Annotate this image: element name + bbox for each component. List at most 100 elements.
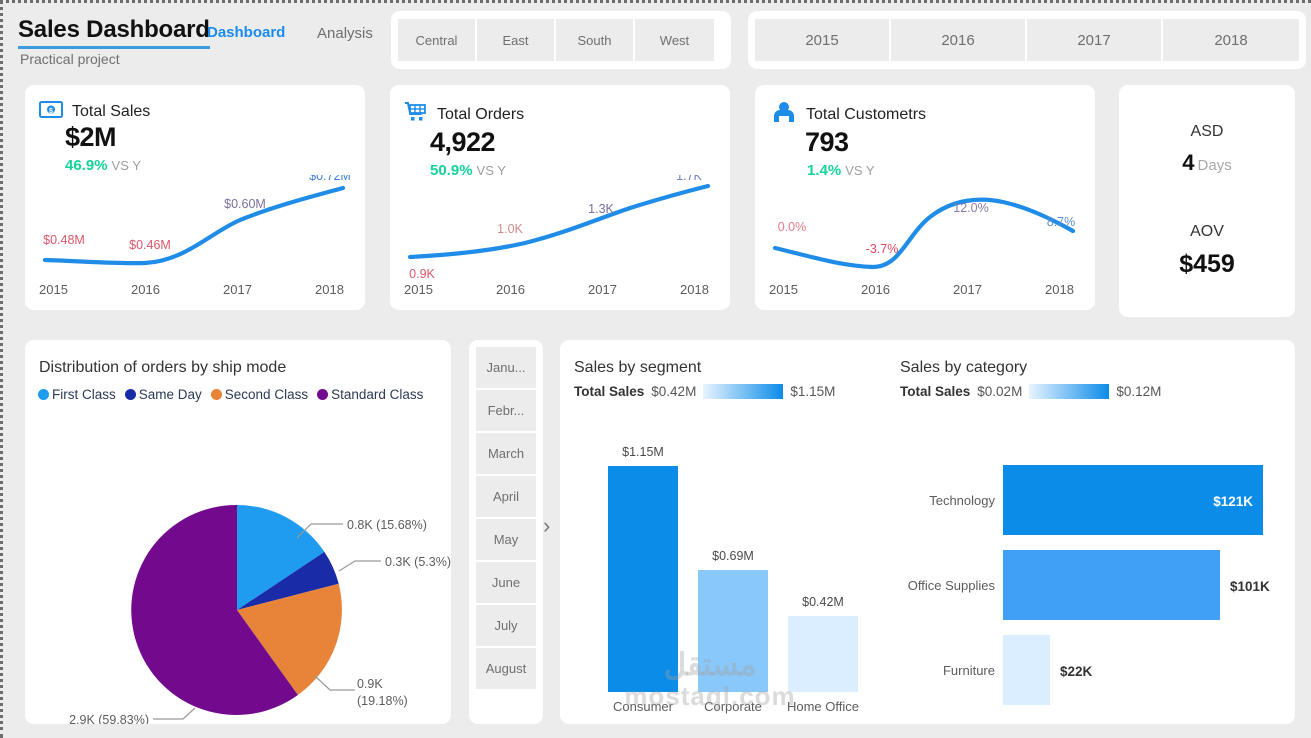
sparkline-label: -3.7% bbox=[866, 242, 899, 256]
legend-label: Second Class bbox=[224, 387, 309, 402]
chevron-right-icon[interactable]: › bbox=[543, 515, 550, 537]
panel-title: Distribution of orders by ship mode bbox=[39, 359, 287, 376]
axis-tick-label: Technology bbox=[929, 493, 995, 508]
asd-value: 4 bbox=[1182, 150, 1195, 175]
pie-legend: First Class Same Day Second Class Standa… bbox=[25, 387, 451, 402]
panel-orders-by-ship-mode: Distribution of orders by ship mode Firs… bbox=[25, 340, 451, 724]
slicer-year-2015[interactable]: 2015 bbox=[755, 19, 891, 61]
legend-label: Standard Class bbox=[331, 387, 424, 402]
bar-data-label: $0.69M bbox=[712, 549, 754, 563]
pie-data-label: 0.9K bbox=[357, 677, 383, 691]
axis-tick-label: 2018 bbox=[1045, 282, 1074, 297]
asd-unit: Days bbox=[1197, 157, 1232, 174]
bar-data-label: $22K bbox=[1060, 664, 1093, 679]
category-legend-label: Total Sales bbox=[900, 384, 971, 399]
slicer-region-west[interactable]: West bbox=[635, 19, 714, 61]
slicer-month-february[interactable]: Febr... bbox=[476, 390, 536, 431]
category-legend-min: $0.02M bbox=[977, 384, 1023, 399]
bar-corporate bbox=[698, 570, 768, 692]
axis-tick-label: Office Supplies bbox=[908, 578, 996, 593]
region-slicer: Central East South West bbox=[391, 11, 731, 69]
kpi-title: Total Orders bbox=[437, 105, 525, 123]
kpi-card-asd-aov: ASD 4 Days AOV $459 bbox=[1119, 85, 1295, 317]
slicer-month-april[interactable]: April bbox=[476, 476, 536, 517]
panel-sales-by-segment-and-category: Sales by segment Total Sales $0.42M $1.1… bbox=[560, 340, 1295, 724]
sparkline-label: 1.3K bbox=[588, 202, 614, 216]
aov-label: AOV bbox=[1190, 223, 1224, 240]
segment-legend-min: $0.42M bbox=[651, 384, 697, 399]
slicer-year-2017[interactable]: 2017 bbox=[1027, 19, 1163, 61]
svg-text:$: $ bbox=[49, 108, 53, 115]
slicer-month-january[interactable]: Janu... bbox=[476, 347, 536, 388]
bar-data-label: $0.42M bbox=[802, 595, 844, 609]
legend-label: Same Day bbox=[138, 387, 202, 402]
legend-swatch-icon bbox=[210, 389, 222, 400]
asd-label: ASD bbox=[1190, 123, 1224, 140]
bar-consumer bbox=[608, 466, 678, 692]
kpi-title: Total Sales bbox=[72, 103, 151, 120]
pie-data-label: 2.9K (59.83%) bbox=[69, 713, 149, 724]
sales-by-segment-chart[interactable]: $1.15M $0.69M $0.42M Consumer Corporate … bbox=[560, 422, 900, 722]
axis-tick-label: Furniture bbox=[943, 663, 995, 678]
aov-value: $459 bbox=[1179, 250, 1235, 278]
kpi-header: $ Total Sales bbox=[25, 85, 365, 123]
axis-tick-label: 2017 bbox=[588, 282, 617, 297]
legend-item-first-class[interactable]: First Class bbox=[38, 387, 116, 402]
kpi-value: 4,922 bbox=[430, 127, 496, 157]
shopping-cart-icon bbox=[404, 101, 428, 128]
slicer-month-july[interactable]: July bbox=[476, 605, 536, 646]
panel-title-category: Sales by category bbox=[900, 359, 1028, 376]
slicer-region-east[interactable]: East bbox=[477, 19, 556, 61]
total-sales-sparkline: $0.48M $0.46M $0.60M $0.72M 2015 2016 20… bbox=[25, 175, 365, 310]
year-slicer: 2015 2016 2017 2018 bbox=[748, 11, 1306, 69]
segment-legend-label: Total Sales bbox=[574, 384, 645, 399]
category-legend-max: $0.12M bbox=[1116, 384, 1162, 399]
legend-swatch-icon bbox=[317, 389, 329, 400]
sales-by-category-chart[interactable]: Technology Office Supplies Furniture $12… bbox=[900, 418, 1295, 718]
legend-item-second-class[interactable]: Second Class bbox=[210, 387, 309, 402]
page-title: Sales Dashboard bbox=[18, 16, 210, 49]
segment-gradient-bar bbox=[703, 384, 784, 399]
dashboard-canvas: Sales Dashboard Practical project Dashbo… bbox=[0, 0, 1311, 738]
sparkline-label: $0.72M bbox=[309, 175, 351, 183]
axis-tick-label: 2016 bbox=[131, 282, 160, 297]
pie-data-label: 0.3K (5.3%) bbox=[385, 555, 451, 569]
legend-item-standard-class[interactable]: Standard Class bbox=[317, 387, 423, 402]
slicer-year-2018[interactable]: 2018 bbox=[1163, 19, 1299, 61]
page-subtitle: Practical project bbox=[20, 51, 120, 67]
sparkline-label: 1.0K bbox=[497, 222, 523, 236]
slicer-region-south[interactable]: South bbox=[556, 19, 635, 61]
slicer-month-june[interactable]: June bbox=[476, 562, 536, 603]
sparkline-label: 12.0% bbox=[953, 201, 988, 215]
pie-chart[interactable]: 0.8K (15.68%) 0.3K (5.3%) 0.9K (19.18%) … bbox=[25, 408, 451, 724]
legend-label: First Class bbox=[52, 387, 116, 402]
nav-link-analysis[interactable]: Analysis bbox=[317, 25, 373, 42]
axis-tick-label: 2018 bbox=[315, 282, 344, 297]
kpi-header: Total Custometrs bbox=[755, 85, 1095, 128]
kpi-card-total-orders: Total Orders 4,922 50.9% VS Y 0.9K 1.0K 1… bbox=[390, 85, 730, 310]
slicer-region-central[interactable]: Central bbox=[398, 19, 477, 61]
bar-data-label: $1.15M bbox=[622, 445, 664, 459]
person-icon bbox=[771, 101, 797, 128]
axis-tick-label: 2016 bbox=[861, 282, 890, 297]
axis-tick-label: Consumer bbox=[613, 699, 674, 714]
kpi-title: Total Custometrs bbox=[806, 105, 927, 123]
sparkline-label: $0.46M bbox=[129, 238, 171, 252]
slicer-month-august[interactable]: August bbox=[476, 648, 536, 689]
kpi-card-total-customers: Total Custometrs 793 1.4% VS Y 0.0% -3.7%… bbox=[755, 85, 1095, 310]
segment-legend-max: $1.15M bbox=[790, 384, 836, 399]
sparkline-label: $0.60M bbox=[224, 197, 266, 211]
legend-swatch-icon bbox=[38, 389, 49, 400]
nav-link-dashboard[interactable]: Dashboard bbox=[207, 24, 285, 41]
sparkline-label: 8.7% bbox=[1047, 215, 1076, 229]
slicer-month-march[interactable]: March bbox=[476, 433, 536, 474]
legend-item-same-day[interactable]: Same Day bbox=[124, 387, 202, 402]
category-gradient-legend: Total Sales $0.02M $0.12M bbox=[900, 384, 1290, 399]
bar-office-supplies bbox=[1003, 550, 1220, 620]
segment-gradient-legend: Total Sales $0.42M $1.15M bbox=[574, 384, 904, 399]
kpi-value: 793 bbox=[805, 127, 849, 157]
slicer-month-may[interactable]: May bbox=[476, 519, 536, 560]
legend-swatch-icon bbox=[124, 389, 136, 400]
slicer-year-2016[interactable]: 2016 bbox=[891, 19, 1027, 61]
kpi-header: Total Orders bbox=[390, 85, 730, 128]
